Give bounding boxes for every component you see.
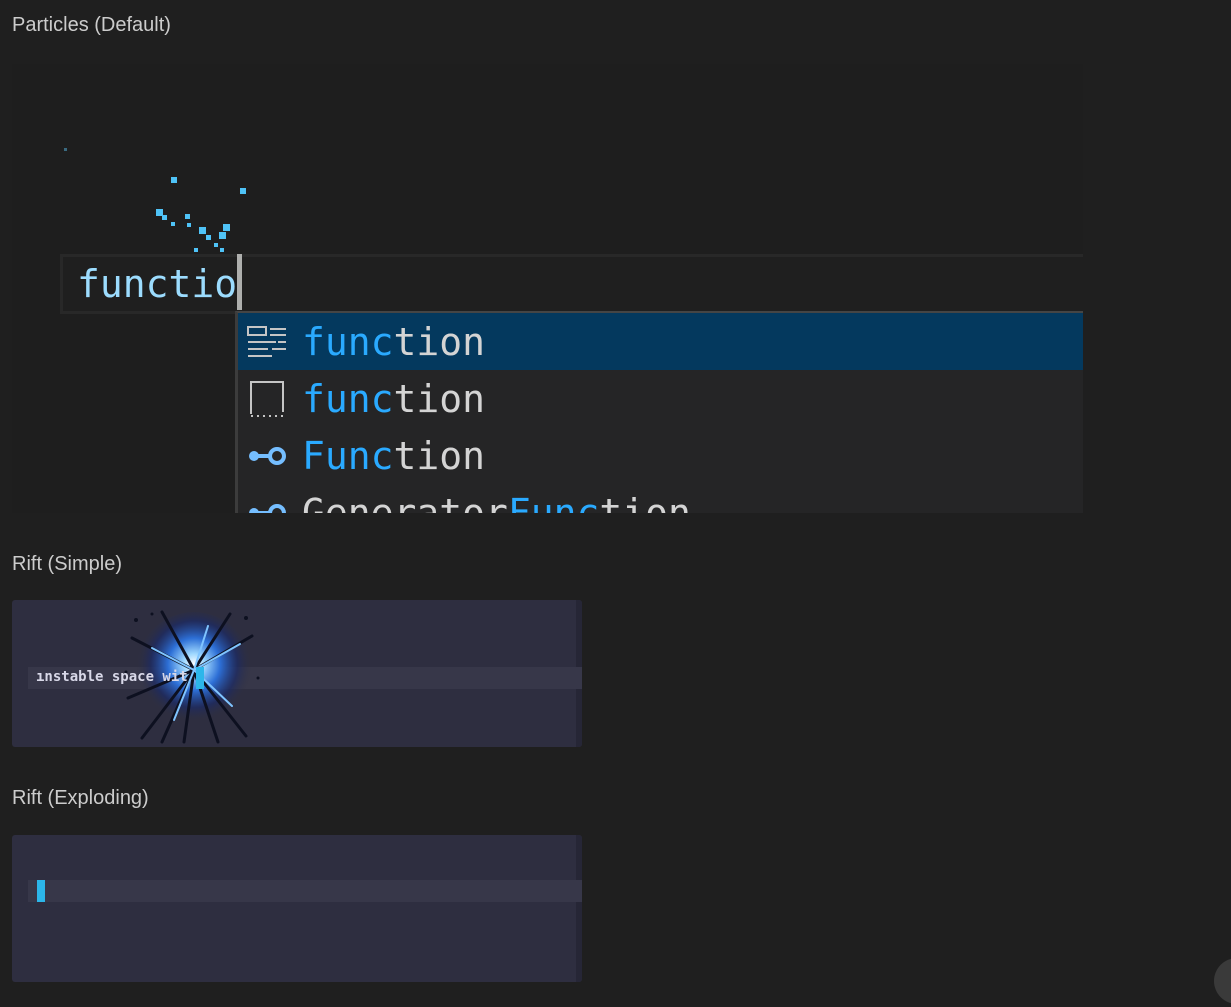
suggestion-rest: tion <box>393 433 486 478</box>
particle <box>199 227 206 234</box>
suggestion-label: GeneratorFunction <box>302 491 691 514</box>
class-icon <box>246 492 288 513</box>
suggestion-label: Function <box>302 434 485 478</box>
particle <box>185 214 190 219</box>
particle <box>214 243 218 247</box>
text-cursor <box>37 880 45 902</box>
scroll-to-top-button[interactable] <box>1214 958 1231 1004</box>
text-cursor <box>196 667 204 689</box>
suggestion-item[interactable]: function <box>238 313 1083 370</box>
suggestion-prefix: Generator <box>302 490 508 514</box>
keyword-icon <box>246 321 288 363</box>
suggestion-label: function <box>302 377 485 421</box>
editor-text: ınstable space wit <box>36 669 188 685</box>
editor-line <box>28 880 582 902</box>
preview-scrollbar <box>576 835 582 982</box>
rift-exploding-preview <box>12 835 582 982</box>
suggestion-rest: tion <box>599 490 691 514</box>
particle <box>171 177 177 183</box>
suggestion-match: func <box>302 319 394 364</box>
particle <box>64 148 67 151</box>
particle <box>223 224 230 231</box>
class-icon <box>246 435 288 477</box>
particle <box>171 222 175 226</box>
suggestion-match: func <box>302 376 394 421</box>
editor-line[interactable]: functio <box>60 254 1083 314</box>
particle <box>240 188 246 194</box>
particles-preview: functio function function Function Gener… <box>12 64 1083 513</box>
suggestion-label: function <box>302 320 485 364</box>
particle <box>162 215 167 220</box>
particles-title: Particles (Default) <box>12 14 171 36</box>
rift-exploding-title: Rift (Exploding) <box>12 787 149 809</box>
particle <box>194 248 198 252</box>
text-cursor <box>237 254 242 310</box>
rift-simple-title: Rift (Simple) <box>12 553 123 575</box>
suggestion-item[interactable]: GeneratorFunction <box>238 484 1083 513</box>
suggestion-item[interactable]: Function <box>238 427 1083 484</box>
particle <box>219 232 226 239</box>
suggestion-match: Func <box>507 490 600 514</box>
rift-simple-preview: ınstable space wit <box>12 600 582 747</box>
suggestion-match: Func <box>302 433 394 478</box>
suggestion-rest: tion <box>393 319 486 364</box>
suggest-widget: function function Function GeneratorFunc… <box>235 311 1083 513</box>
suggestion-rest: tion <box>393 376 486 421</box>
particle <box>187 223 191 227</box>
editor-text: functio <box>77 262 238 306</box>
snippet-icon <box>246 378 288 420</box>
suggestion-item[interactable]: function <box>238 370 1083 427</box>
particle <box>220 248 224 252</box>
particle <box>206 235 211 240</box>
